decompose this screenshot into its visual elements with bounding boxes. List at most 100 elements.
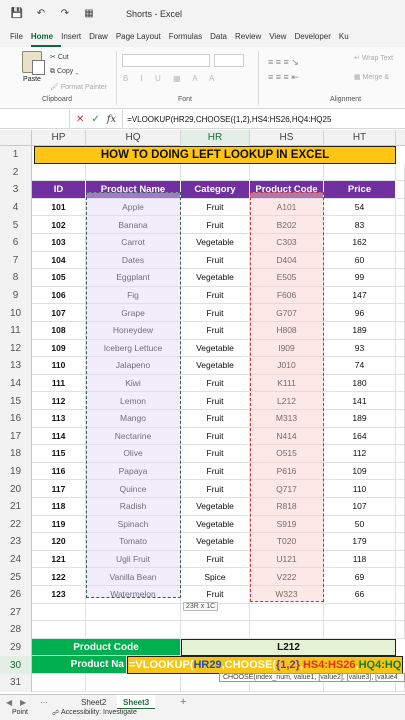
- table-cell[interactable]: F606: [250, 286, 324, 305]
- sheet-tab-sheet3[interactable]: Sheet3: [117, 695, 156, 710]
- select-all-corner[interactable]: [0, 130, 32, 146]
- table-cell[interactable]: C303: [250, 234, 324, 252]
- row-header[interactable]: 2: [0, 163, 32, 182]
- row-header[interactable]: 25: [0, 568, 32, 586]
- table-cell[interactable]: V222: [250, 568, 324, 586]
- empty-cell[interactable]: [181, 621, 250, 639]
- empty-cell[interactable]: [32, 674, 86, 692]
- table-cell[interactable]: J010: [250, 357, 324, 375]
- table-cell[interactable]: Spice: [181, 568, 250, 586]
- column-header-hs[interactable]: HS: [250, 130, 324, 146]
- table-cell[interactable]: Radish: [86, 498, 181, 516]
- table-cell[interactable]: Fruit: [181, 427, 250, 446]
- table-cell[interactable]: Eggplant: [86, 269, 181, 287]
- row-header[interactable]: 13: [0, 357, 32, 375]
- table-cell[interactable]: Vegetable: [181, 498, 250, 516]
- table-cell[interactable]: 141: [324, 392, 396, 410]
- column-header-hq[interactable]: HQ: [86, 130, 181, 146]
- table-cell[interactable]: M313: [250, 410, 324, 428]
- table-header[interactable]: ID: [32, 181, 86, 199]
- empty-cell[interactable]: [250, 163, 324, 182]
- empty-cell[interactable]: [396, 286, 405, 305]
- table-cell[interactable]: K111: [250, 374, 324, 393]
- table-cell[interactable]: Iceberg Lettuce: [86, 339, 181, 358]
- column-header-hp[interactable]: HP: [32, 130, 86, 146]
- table-cell[interactable]: 54: [324, 198, 396, 217]
- tab-data[interactable]: Data: [210, 27, 235, 47]
- row-header[interactable]: 10: [0, 304, 32, 322]
- row-header[interactable]: 9: [0, 286, 32, 305]
- row-header[interactable]: 21: [0, 498, 32, 516]
- table-cell[interactable]: U121: [250, 550, 324, 569]
- table-cell[interactable]: Fruit: [181, 198, 250, 217]
- empty-cell[interactable]: [32, 163, 86, 182]
- wrap-text-button[interactable]: ↵ Wrap Text: [354, 54, 393, 62]
- empty-cell[interactable]: [396, 410, 405, 428]
- alignment-icons[interactable]: ≡ ≡ ≡ ↘ ≡ ≡ ≡ ⇤: [268, 55, 299, 85]
- paste-button[interactable]: Paste: [18, 51, 46, 91]
- table-cell[interactable]: 93: [324, 339, 396, 358]
- table-cell[interactable]: Jalapeno: [86, 357, 181, 375]
- formula-input[interactable]: =VLOOKUP(HR29,CHOOSE({1,2},HS4:HS26,HQ4:…: [122, 109, 331, 129]
- empty-cell[interactable]: [32, 621, 86, 639]
- table-cell[interactable]: 96: [324, 304, 396, 322]
- table-cell[interactable]: A101: [250, 198, 324, 217]
- table-cell[interactable]: Fruit: [181, 410, 250, 428]
- empty-cell[interactable]: [396, 427, 405, 446]
- table-cell[interactable]: 99: [324, 269, 396, 287]
- table-cell[interactable]: I909: [250, 339, 324, 358]
- table-cell[interactable]: T020: [250, 533, 324, 551]
- row-header[interactable]: 26: [0, 586, 32, 604]
- empty-cell[interactable]: [396, 374, 405, 393]
- cancel-icon[interactable]: ✕: [76, 114, 84, 125]
- table-cell[interactable]: Fruit: [181, 480, 250, 498]
- empty-cell[interactable]: [86, 674, 181, 692]
- tab-insert[interactable]: Insert: [61, 27, 89, 47]
- sheet-tab-sheet2[interactable]: Sheet2: [75, 695, 112, 710]
- row-header[interactable]: 4: [0, 198, 32, 217]
- table-cell[interactable]: 162: [324, 234, 396, 252]
- empty-cell[interactable]: [396, 339, 405, 358]
- table-cell[interactable]: Q717: [250, 480, 324, 498]
- row-header[interactable]: 28: [0, 621, 32, 639]
- column-header-next[interactable]: [396, 130, 405, 146]
- table-cell[interactable]: 111: [32, 374, 86, 393]
- tab-developer[interactable]: Developer: [294, 27, 338, 47]
- copy-button[interactable]: ⧉ Copy ⌄: [50, 68, 79, 76]
- empty-cell[interactable]: [396, 251, 405, 270]
- table-cell[interactable]: Quince: [86, 480, 181, 498]
- empty-cell[interactable]: [396, 269, 405, 287]
- format-painter-button[interactable]: 🖌 Format Painter: [50, 83, 107, 91]
- empty-cell[interactable]: [396, 216, 405, 234]
- table-cell[interactable]: 74: [324, 357, 396, 375]
- table-cell[interactable]: 122: [32, 568, 86, 586]
- table-cell[interactable]: 115: [32, 445, 86, 463]
- empty-cell[interactable]: [32, 603, 86, 622]
- row-header[interactable]: 8: [0, 269, 32, 287]
- table-cell[interactable]: 123: [32, 586, 86, 604]
- table-cell[interactable]: Tomato: [86, 533, 181, 551]
- sheet-prev-icon[interactable]: ◀: [6, 695, 12, 710]
- row-header[interactable]: 17: [0, 427, 32, 446]
- empty-cell[interactable]: [324, 621, 396, 639]
- empty-cell[interactable]: [396, 568, 405, 586]
- font-size-box[interactable]: [214, 54, 244, 67]
- empty-cell[interactable]: [86, 621, 181, 639]
- redo-icon[interactable]: ↷: [58, 7, 72, 21]
- table-cell[interactable]: 189: [324, 410, 396, 428]
- empty-cell[interactable]: [396, 357, 405, 375]
- table-cell[interactable]: N414: [250, 427, 324, 446]
- table-cell[interactable]: 60: [324, 251, 396, 270]
- table-cell[interactable]: 110: [32, 357, 86, 375]
- table-cell[interactable]: 117: [32, 480, 86, 498]
- empty-cell[interactable]: [324, 603, 396, 622]
- table-cell[interactable]: 101: [32, 198, 86, 217]
- row-header[interactable]: 23: [0, 533, 32, 551]
- tab-home[interactable]: Home: [30, 27, 62, 47]
- table-cell[interactable]: O515: [250, 445, 324, 463]
- table-cell[interactable]: Vegetable: [181, 533, 250, 551]
- empty-cell[interactable]: [396, 480, 405, 498]
- table-cell[interactable]: Mango: [86, 410, 181, 428]
- table-header[interactable]: Product Code: [250, 181, 324, 199]
- table-cell[interactable]: Vegetable: [181, 357, 250, 375]
